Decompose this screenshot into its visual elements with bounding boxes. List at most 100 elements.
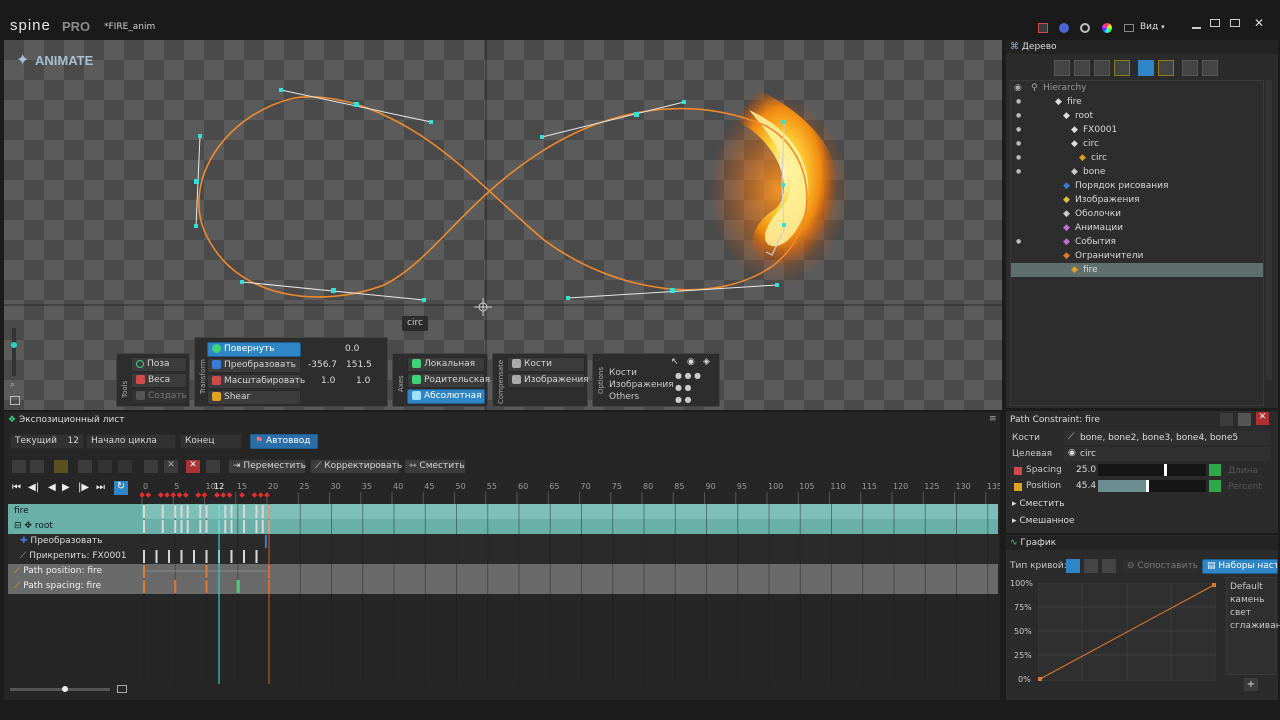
- tree-item[interactable]: ◆ Анимации: [1011, 221, 1263, 235]
- constraint-info-icon[interactable]: [1238, 413, 1251, 426]
- color-wheel-icon[interactable]: [1102, 23, 1112, 33]
- target-field[interactable]: ◉ circ: [1064, 447, 1270, 461]
- translate-y-value[interactable]: 151.5: [346, 360, 372, 370]
- weights-button[interactable]: Веса: [131, 373, 187, 388]
- bones-value-field[interactable]: ⟋ bone, bone2, bone3, bone4, bone5: [1064, 431, 1270, 445]
- delete-keys-icon[interactable]: ✕: [186, 460, 200, 473]
- tree-scrollbar[interactable]: [1266, 80, 1272, 380]
- loop-icon[interactable]: ↻: [114, 481, 128, 495]
- keyframes-overlay[interactable]: [142, 504, 998, 684]
- constraint-delete-icon[interactable]: ✕: [1256, 412, 1269, 425]
- local-axis-button[interactable]: Локальная: [407, 357, 485, 372]
- parent-axis-button[interactable]: Родительская: [407, 373, 490, 388]
- scale-button[interactable]: Масштабировать: [207, 374, 305, 389]
- layout-icon[interactable]: [1124, 24, 1134, 32]
- tree-item[interactable]: ● ◆ bone: [1011, 165, 1263, 179]
- fit-view-icon[interactable]: [10, 396, 20, 405]
- zoom-search-icon[interactable]: ⌕: [10, 380, 15, 390]
- presets-button[interactable]: ▤ Наборы настр: [1202, 559, 1278, 574]
- minimize-icon[interactable]: [1192, 27, 1201, 29]
- settings-tool-icon[interactable]: [1080, 23, 1090, 33]
- tree-item[interactable]: ● ◆ circ: [1011, 137, 1263, 151]
- absolute-axis-button[interactable]: Абсолютная: [407, 389, 485, 404]
- translate-button[interactable]: Преобразовать: [207, 358, 301, 373]
- last-frame-icon[interactable]: ⏭: [96, 482, 105, 493]
- preset-default[interactable]: Default: [1230, 582, 1263, 592]
- visibility-dot-icon[interactable]: ●: [1016, 165, 1021, 179]
- search-icon[interactable]: [1158, 60, 1174, 76]
- spacing-mode[interactable]: Длина: [1228, 466, 1258, 476]
- palette-tool-icon[interactable]: [1059, 23, 1069, 33]
- shear-button[interactable]: Shear: [207, 390, 301, 405]
- play-icon[interactable]: ▶: [62, 482, 70, 493]
- timeline-zoom-knob[interactable]: [62, 686, 68, 692]
- visibility-dot-icon[interactable]: ●: [1016, 109, 1021, 123]
- bone-tool-icon[interactable]: [1094, 60, 1110, 76]
- end-field[interactable]: Конец: [180, 434, 242, 449]
- position-mode[interactable]: Percent: [1228, 482, 1262, 492]
- preset-smooth[interactable]: сглаживан: [1230, 621, 1280, 631]
- paste-icon[interactable]: [1202, 60, 1218, 76]
- trash-icon[interactable]: [206, 460, 220, 473]
- add-preset-icon[interactable]: +: [1244, 678, 1258, 691]
- curve-plot[interactable]: [1038, 583, 1216, 681]
- spacing-slider-handle[interactable]: [1164, 464, 1167, 476]
- visibility-dot-icon[interactable]: ●: [1016, 235, 1021, 249]
- option-dots[interactable]: ● ● ● ● ● ● ●: [675, 370, 705, 404]
- mix-section[interactable]: ▸ Смешанное: [1012, 516, 1075, 526]
- tree-item[interactable]: ◆ fire: [1011, 263, 1263, 277]
- tree-item[interactable]: ● ◆ События: [1011, 235, 1263, 249]
- spacing-slider[interactable]: [1098, 464, 1206, 476]
- next-key-icon[interactable]: |▶: [78, 482, 89, 493]
- visibility-dot-icon[interactable]: ●: [1016, 151, 1021, 165]
- tree-item[interactable]: ◆ Изображения: [1011, 193, 1263, 207]
- tree-item[interactable]: ◆ Оболочки: [1011, 207, 1263, 221]
- tree-item[interactable]: ● ◆ fire: [1011, 95, 1263, 109]
- timeline-zoom-slider[interactable]: [10, 688, 110, 691]
- filter-icon[interactable]: [12, 460, 26, 473]
- copy-icon[interactable]: [1182, 60, 1198, 76]
- undo-icon[interactable]: [98, 460, 112, 473]
- translate-x-value[interactable]: -356.7: [308, 360, 337, 370]
- compensate-bones-button[interactable]: Кости: [507, 357, 585, 372]
- tree-item[interactable]: ● ◆ circ: [1011, 151, 1263, 165]
- preset-stone[interactable]: камень: [1230, 595, 1264, 605]
- lock-icon[interactable]: [78, 460, 92, 473]
- tree-item[interactable]: ◆ Порядок рисования: [1011, 179, 1263, 193]
- restore-icon[interactable]: [1230, 19, 1240, 27]
- pen-tool-icon[interactable]: [1054, 60, 1070, 76]
- close-icon[interactable]: ✕: [1254, 16, 1264, 30]
- copy-keys-icon[interactable]: [144, 460, 158, 473]
- visibility-dot-icon[interactable]: ●: [1016, 137, 1021, 151]
- zoom-knob[interactable]: [11, 342, 17, 348]
- timeline-fit-icon[interactable]: [117, 685, 127, 693]
- rotate-button[interactable]: Повернуть: [207, 342, 301, 357]
- grid-tool-icon[interactable]: [1038, 23, 1048, 33]
- key-tool-icon[interactable]: [1114, 60, 1130, 76]
- match-button[interactable]: ⊖ Сопоставить: [1122, 559, 1198, 574]
- rotate-value[interactable]: 0.0: [345, 344, 359, 354]
- autokey-button[interactable]: ⚑ Автоввод: [250, 434, 318, 449]
- visibility-dot-icon[interactable]: ●: [1016, 123, 1021, 137]
- compensate-images-button[interactable]: Изображения: [507, 373, 589, 388]
- offset-button[interactable]: ⇿ Сместить: [404, 459, 466, 474]
- position-value[interactable]: 45.4: [1076, 481, 1096, 491]
- adjust-button[interactable]: ⟋ Корректировать: [310, 459, 402, 474]
- offset-section[interactable]: ▸ Сместить: [1012, 499, 1065, 509]
- curve-linear-icon[interactable]: [1084, 559, 1098, 573]
- redo-icon[interactable]: [118, 460, 132, 473]
- first-frame-icon[interactable]: ⏮: [12, 482, 21, 493]
- select-tool-icon[interactable]: [1138, 60, 1154, 76]
- cut-keys-icon[interactable]: ✕: [164, 460, 178, 473]
- tree-item[interactable]: ◆ Ограничители: [1011, 249, 1263, 263]
- dopesheet-menu-icon[interactable]: ≡: [989, 414, 997, 424]
- view-menu[interactable]: Вид ▾: [1140, 22, 1165, 32]
- play-reverse-icon[interactable]: ◀: [48, 482, 56, 493]
- circle-tool-icon[interactable]: [1074, 60, 1090, 76]
- zoom-slider[interactable]: [12, 328, 16, 376]
- current-frame-field[interactable]: Текущий 12: [10, 434, 84, 449]
- pose-button[interactable]: Поза: [131, 357, 187, 372]
- scale-x-value[interactable]: 1.0: [321, 376, 335, 386]
- filter2-icon[interactable]: [30, 460, 44, 473]
- preset-light[interactable]: свет: [1230, 608, 1251, 618]
